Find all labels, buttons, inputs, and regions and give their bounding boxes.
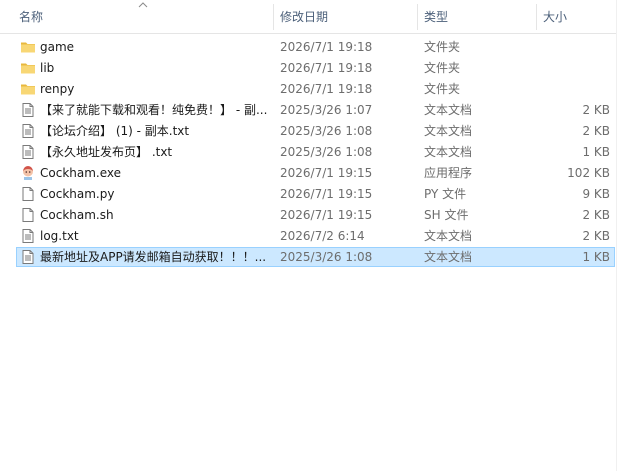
column-divider[interactable] — [536, 4, 537, 30]
file-size: 2 KB — [582, 124, 610, 138]
file-row[interactable]: Cockham.py 2026/7/1 19:15 PY 文件 9 KB — [0, 184, 617, 205]
file-row[interactable]: Cockham.sh 2026/7/1 19:15 SH 文件 2 KB — [0, 205, 617, 226]
file-size: 2 KB — [582, 229, 610, 243]
file-date: 2026/7/1 19:18 — [280, 40, 373, 54]
file-date: 2026/7/1 19:18 — [280, 61, 373, 75]
file-size: 1 KB — [582, 250, 610, 264]
file-size: 1 KB — [582, 145, 610, 159]
file-row[interactable]: 【论坛介绍】 (1) - 副本.txt 2025/3/26 1:08 文本文档 2 K… — [0, 121, 617, 142]
file-name: Cockham.exe — [40, 166, 122, 180]
file-type: 文件夹 — [424, 61, 461, 75]
file-type: 文件夹 — [424, 82, 461, 96]
file-name: Cockham.sh — [40, 208, 114, 222]
file-name: Cockham.py — [40, 187, 115, 201]
file-row[interactable]: lib 2026/7/1 19:18 文件夹 — [0, 58, 617, 79]
file-name: 【来了就能下载和观看！纯免费！】 - 副... — [40, 103, 268, 117]
text-file-icon — [20, 123, 36, 139]
file-date: 2026/7/1 19:15 — [280, 208, 373, 222]
file-name: lib — [40, 61, 55, 75]
sort-ascending-icon — [138, 2, 148, 8]
file-name: 最新地址及APP请发邮箱自动获取！！！... — [40, 250, 267, 264]
file-name: log.txt — [40, 229, 79, 243]
file-type: SH 文件 — [424, 208, 469, 222]
file-row[interactable]: 最新地址及APP请发邮箱自动获取！！！... 2025/3/26 1:08 文本文档… — [0, 247, 617, 268]
file-type: 文本文档 — [424, 124, 473, 138]
folder-icon — [20, 81, 36, 97]
column-divider[interactable] — [273, 4, 274, 30]
folder-icon — [20, 60, 36, 76]
folder-icon — [20, 39, 36, 55]
file-type: 文本文档 — [424, 250, 473, 264]
file-name: renpy — [40, 82, 75, 96]
text-file-icon — [20, 228, 36, 244]
file-list-view: 名称 修改日期 类型 大小 game 2026/7/1 19:18 文件夹 lib 20… — [0, 0, 617, 471]
file-date: 2025/3/26 1:07 — [280, 103, 373, 117]
file-row[interactable]: renpy 2026/7/1 19:18 文件夹 — [0, 79, 617, 100]
text-file-icon — [20, 144, 36, 160]
column-header-type[interactable]: 类型 — [424, 0, 448, 34]
file-row[interactable]: log.txt 2026/7/2 6:14 文本文档 2 KB — [0, 226, 617, 247]
file-size: 102 KB — [567, 166, 610, 180]
file-name: game — [40, 40, 75, 54]
file-type: PY 文件 — [424, 187, 467, 201]
column-header-name[interactable]: 名称 — [19, 0, 43, 34]
file-size: 2 KB — [582, 208, 610, 222]
file-row[interactable]: game 2026/7/1 19:18 文件夹 — [0, 37, 617, 58]
file-type: 文本文档 — [424, 145, 473, 159]
file-name: 【论坛介绍】 (1) - 副本.txt — [40, 124, 190, 138]
file-date: 2025/3/26 1:08 — [280, 124, 373, 138]
column-divider[interactable] — [417, 4, 418, 30]
file-type: 文本文档 — [424, 103, 473, 117]
text-file-icon — [20, 249, 36, 265]
file-size: 9 KB — [582, 187, 610, 201]
file-date: 2026/7/1 19:15 — [280, 166, 373, 180]
blank-file-icon — [20, 207, 36, 223]
blank-file-icon — [20, 186, 36, 202]
file-row[interactable]: 【来了就能下载和观看！纯免费！】 - 副... 2025/3/26 1:07 文本文… — [0, 100, 617, 121]
file-type: 文件夹 — [424, 40, 461, 54]
file-date: 2025/3/26 1:08 — [280, 250, 373, 264]
file-date: 2026/7/1 19:18 — [280, 82, 373, 96]
file-date: 2026/7/2 6:14 — [280, 229, 365, 243]
column-header-bar: 名称 修改日期 类型 大小 — [0, 0, 617, 34]
file-rows: game 2026/7/1 19:18 文件夹 lib 2026/7/1 19:18 文件… — [0, 37, 617, 268]
column-header-date[interactable]: 修改日期 — [280, 0, 328, 34]
app-exe-icon — [20, 165, 36, 181]
file-size: 2 KB — [582, 103, 610, 117]
file-row[interactable]: 【永久地址发布页】 .txt 2025/3/26 1:08 文本文档 1 KB — [0, 142, 617, 163]
file-row[interactable]: Cockham.exe 2026/7/1 19:15 应用程序 102 KB — [0, 163, 617, 184]
file-date: 2026/7/1 19:15 — [280, 187, 373, 201]
file-name: 【永久地址发布页】 .txt — [40, 145, 173, 159]
file-type: 文本文档 — [424, 229, 473, 243]
file-date: 2025/3/26 1:08 — [280, 145, 373, 159]
column-header-size[interactable]: 大小 — [543, 0, 567, 34]
text-file-icon — [20, 102, 36, 118]
file-type: 应用程序 — [424, 166, 473, 180]
